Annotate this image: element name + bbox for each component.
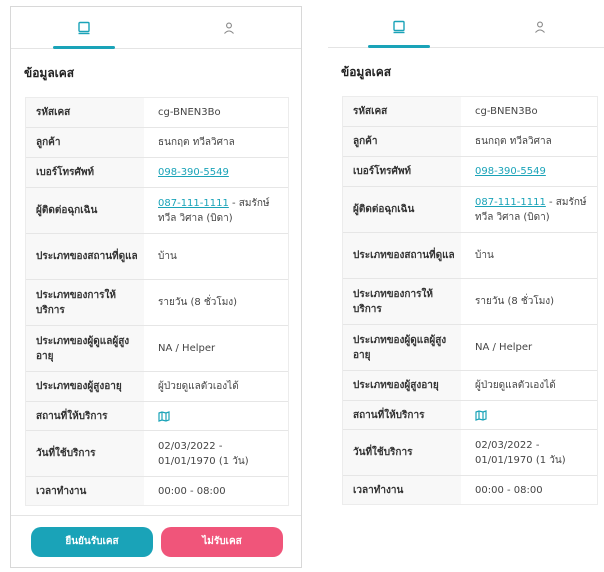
table-row: ประเภทของผู้สูงอายุ ผู้ป่วยดูแลตัวเองได้: [343, 370, 597, 400]
tab-case-info[interactable]: [11, 7, 156, 49]
table-row: ผู้ติดต่อฉุกเฉิน 087-111-1111 - สมรักษ์ …: [26, 187, 288, 233]
row-label: ประเภทของผู้สูงอายุ: [36, 381, 122, 392]
user-icon: [223, 22, 234, 34]
row-value: 02/03/2022 - 01/01/1970 (1 วัน): [461, 430, 597, 475]
phone-link[interactable]: 098-390-5549: [475, 164, 546, 179]
table-row: วันที่ใช้บริการ 02/03/2022 - 01/01/1970 …: [343, 429, 597, 475]
table-row: ลูกค้า ธนกฤต ทวีลวิศาล: [26, 127, 288, 157]
row-label: เบอร์โทรศัพท์: [36, 167, 95, 178]
row-value: 00:00 - 08:00: [461, 476, 597, 504]
phone-link[interactable]: 098-390-5549: [158, 165, 229, 180]
table-row: เวลาทำงาน 00:00 - 08:00: [26, 476, 288, 505]
emergency-phone-link[interactable]: 087-111-1111: [158, 198, 229, 209]
row-label: ลูกค้า: [36, 137, 61, 148]
row-value: รายวัน (8 ชั่วโมง): [144, 280, 288, 325]
row-label: วันที่ใช้บริการ: [353, 447, 413, 458]
row-label: ประเภทของผู้ดูแลผู้สูงอายุ: [353, 334, 447, 361]
row-label: รหัสเคส: [36, 107, 71, 118]
row-value: NA / Helper: [461, 325, 597, 370]
case-panel-with-actions: ข้อมูลเคส รหัสเคส cg-BNEN3Bo ลูกค้า ธนกฤ…: [10, 6, 302, 568]
row-value: NA / Helper: [144, 326, 288, 371]
table-row: ประเภทของสถานที่ดูแล บ้าน: [26, 233, 288, 279]
reject-case-button[interactable]: ไม่รับเคส: [161, 526, 283, 557]
section-title: ข้อมูลเคส: [24, 66, 75, 80]
row-label: รหัสเคส: [353, 106, 388, 117]
tab-case-info[interactable]: [328, 6, 469, 48]
tab-bar: [328, 6, 604, 48]
row-value: ธนกฤต ทวีลวิศาล: [144, 128, 288, 157]
map-icon[interactable]: [158, 410, 170, 422]
notebook-icon: [77, 21, 90, 34]
table-row: เวลาทำงาน 00:00 - 08:00: [343, 475, 597, 504]
row-label: ประเภทของการให้บริการ: [353, 288, 433, 315]
row-label: ประเภทของสถานที่ดูแล: [353, 250, 455, 261]
row-label: เบอร์โทรศัพท์: [353, 166, 412, 177]
row-value: รายวัน (8 ชั่วโมง): [461, 279, 597, 324]
row-label: ประเภทของผู้ดูแลผู้สูงอายุ: [36, 335, 130, 362]
table-row: วันที่ใช้บริการ 02/03/2022 - 01/01/1970 …: [26, 430, 288, 476]
row-value: 00:00 - 08:00: [144, 477, 288, 505]
row-label: ผู้ติดต่อฉุกเฉิน: [353, 204, 415, 215]
row-value: cg-BNEN3Bo: [461, 97, 597, 126]
table-row: ประเภทของผู้ดูแลผู้สูงอายุ NA / Helper: [343, 324, 597, 370]
table-row: เบอร์โทรศัพท์ 098-390-5549: [343, 156, 597, 186]
map-icon[interactable]: [475, 409, 487, 421]
row-label: วันที่ใช้บริการ: [36, 448, 96, 459]
table-row: ประเภทของผู้ดูแลผู้สูงอายุ NA / Helper: [26, 325, 288, 371]
tab-profile[interactable]: [156, 7, 301, 48]
table-row: สถานที่ให้บริการ: [343, 400, 597, 429]
case-info-table: รหัสเคส cg-BNEN3Bo ลูกค้า ธนกฤต ทวีลวิศา…: [25, 97, 289, 506]
section-title: ข้อมูลเคส: [341, 65, 392, 79]
row-label: สถานที่ให้บริการ: [353, 409, 425, 421]
row-label: ประเภทของผู้สูงอายุ: [353, 380, 439, 391]
notebook-icon: [392, 20, 405, 33]
table-row: ประเภทของการให้บริการ รายวัน (8 ชั่วโมง): [26, 279, 288, 325]
table-row: รหัสเคส cg-BNEN3Bo: [343, 97, 597, 126]
table-row: ลูกค้า ธนกฤต ทวีลวิศาล: [343, 126, 597, 156]
table-row: ประเภทของการให้บริการ รายวัน (8 ชั่วโมง): [343, 278, 597, 324]
row-label: เวลาทำงาน: [353, 484, 404, 496]
row-value: ธนกฤต ทวีลวิศาล: [461, 127, 597, 156]
row-label: ประเภทของการให้บริการ: [36, 289, 116, 316]
action-footer: ยืนยันรับเคส ไม่รับเคส: [11, 515, 301, 567]
tab-bar: [11, 7, 301, 49]
accept-case-button[interactable]: ยืนยันรับเคส: [31, 526, 153, 557]
row-value: cg-BNEN3Bo: [144, 98, 288, 127]
table-row: ประเภทของสถานที่ดูแล บ้าน: [343, 232, 597, 278]
table-row: ประเภทของผู้สูงอายุ ผู้ป่วยดูแลตัวเองได้: [26, 371, 288, 401]
table-row: ผู้ติดต่อฉุกเฉิน 087-111-1111 - สมรักษ์ …: [343, 186, 597, 232]
row-label: ประเภทของสถานที่ดูแล: [36, 251, 138, 262]
row-label: ลูกค้า: [353, 136, 378, 147]
table-row: สถานที่ให้บริการ: [26, 401, 288, 430]
row-label: เวลาทำงาน: [36, 485, 87, 497]
user-icon: [534, 21, 545, 33]
row-value: ผู้ป่วยดูแลตัวเองได้: [144, 372, 288, 401]
table-row: รหัสเคส cg-BNEN3Bo: [26, 98, 288, 127]
case-info-table: รหัสเคส cg-BNEN3Bo ลูกค้า ธนกฤต ทวีลวิศา…: [342, 96, 598, 505]
table-row: เบอร์โทรศัพท์ 098-390-5549: [26, 157, 288, 187]
case-panel-readonly: ข้อมูลเคส รหัสเคส cg-BNEN3Bo ลูกค้า ธนกฤ…: [328, 6, 604, 506]
row-label: สถานที่ให้บริการ: [36, 410, 108, 422]
tab-profile[interactable]: [469, 6, 604, 47]
row-value: ผู้ป่วยดูแลตัวเองได้: [461, 371, 597, 400]
row-value: บ้าน: [144, 234, 288, 279]
row-label: ผู้ติดต่อฉุกเฉิน: [36, 205, 98, 216]
emergency-phone-link[interactable]: 087-111-1111: [475, 197, 546, 208]
row-value: บ้าน: [461, 233, 597, 278]
row-value: 02/03/2022 - 01/01/1970 (1 วัน): [144, 431, 288, 476]
